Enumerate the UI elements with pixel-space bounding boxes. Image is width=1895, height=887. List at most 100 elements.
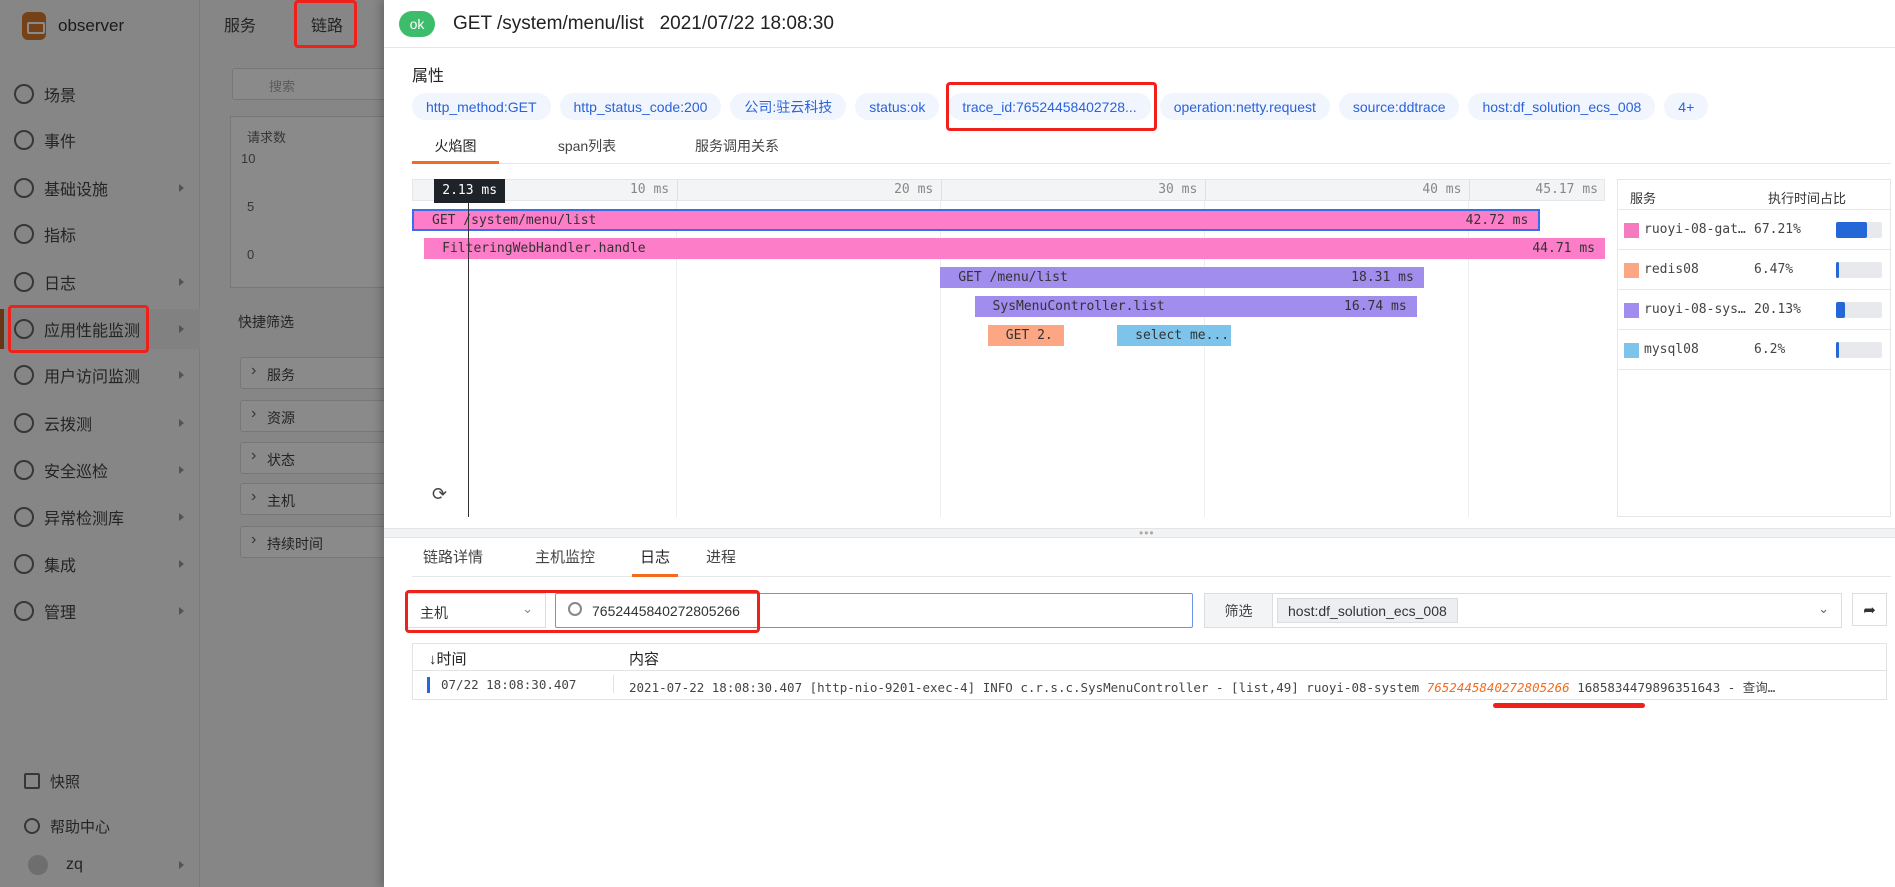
span-duration: 18.31 ms <box>1351 270 1414 285</box>
attribute-tag[interactable]: http_method:GET <box>412 93 551 120</box>
select-value: 主机 <box>420 605 448 621</box>
attribute-tags: http_method:GET http_status_code:200 公司:驻云… <box>412 93 1709 120</box>
attribute-tag[interactable]: 公司:驻云科技 <box>730 93 847 120</box>
drawer-header: ok GET /system/menu/list 2021/07/22 18:0… <box>384 0 1895 48</box>
ratio-bar <box>1836 342 1882 358</box>
x-tick-label: 40 ms <box>1422 182 1462 197</box>
col-ratio: 执行时间占比 <box>1768 191 1847 206</box>
field-select[interactable]: 主机 ⌄ <box>407 593 546 628</box>
legend-row[interactable]: ruoyi-08-syst… 20.13% <box>1618 290 1890 330</box>
span-name: FilteringWebHandler.handle <box>442 241 646 256</box>
time-cursor[interactable] <box>468 179 470 517</box>
col-time[interactable]: ↓时间 <box>429 648 467 669</box>
service-name: redis08 <box>1644 262 1699 277</box>
share-button[interactable]: ➦ <box>1852 593 1887 626</box>
chevron-down-icon: ⌄ <box>1818 601 1829 616</box>
status-marker <box>427 677 430 693</box>
log-table: ↓时间 内容 07/22 18:08:30.407 2021-07-22 18:… <box>412 643 1887 700</box>
ratio-bar-fill <box>1836 262 1839 278</box>
highlight-underline <box>1493 703 1645 708</box>
tab-service-map[interactable]: 服务调用关系 <box>667 136 807 163</box>
ratio-bar <box>1836 302 1882 318</box>
span-name: GET 2. <box>1005 328 1053 343</box>
tab-process[interactable]: 进程 <box>698 546 744 576</box>
x-tick-label: 45.17 ms <box>1535 182 1598 197</box>
time-axis: 10 ms 20 ms 30 ms 40 ms 45.17 ms <box>412 179 1605 201</box>
span-duration: 16.74 ms <box>1344 299 1407 314</box>
log-text: 1685834479896351643 - 查询… <box>1569 680 1776 695</box>
ratio-bar-fill <box>1836 222 1867 238</box>
legend-swatch <box>1624 303 1639 318</box>
divider <box>613 675 614 693</box>
share-icon: ➦ <box>1863 601 1876 619</box>
attribute-tag[interactable]: source:ddtrace <box>1338 93 1460 120</box>
legend-row[interactable]: ruoyi-08-gate… 67.21% <box>1618 210 1890 250</box>
tab-flame-graph[interactable]: 火焰图 <box>412 136 499 164</box>
tab-host-monitor[interactable]: 主机监控 <box>524 546 606 576</box>
x-tick-label: 10 ms <box>629 182 670 197</box>
flame-span[interactable]: FilteringWebHandler.handle 44.71 ms <box>424 238 1605 259</box>
attributes-label: 属性 <box>412 68 445 85</box>
service-ratio: 67.21% <box>1754 222 1801 237</box>
col-service: 服务 <box>1630 191 1657 206</box>
trace-detail-drawer: ok GET /system/menu/list 2021/07/22 18:0… <box>384 0 1895 887</box>
log-text: 2021-07-22 18:08:30.407 [http-nio-9201-e… <box>629 680 1427 695</box>
tab-trace-detail[interactable]: 链路详情 <box>412 546 494 576</box>
service-legend: 服务 执行时间占比 ruoyi-08-gate… 67.21% redis08 6.47… <box>1617 179 1891 517</box>
bottom-tabs: 链路详情 主机监控 日志 进程 <box>412 546 1891 577</box>
service-name: ruoyi-08-gate… <box>1644 222 1749 237</box>
tick-mark <box>941 180 943 200</box>
drag-dots-icon: ••• <box>1139 526 1155 540</box>
tab-span-list[interactable]: span列表 <box>517 136 657 163</box>
service-ratio: 6.47% <box>1754 262 1794 277</box>
span-duration: 44.71 ms <box>1532 241 1595 256</box>
log-time: 07/22 18:08:30.407 <box>441 677 577 692</box>
tick-mark <box>677 180 679 200</box>
flame-span[interactable]: GET /system/menu/list 42.72 ms <box>412 209 1541 231</box>
legend-swatch <box>1624 263 1639 278</box>
flame-span[interactable]: GET 2. <box>987 325 1065 346</box>
filter-chip[interactable]: host:df_solution_ecs_008 <box>1277 598 1458 623</box>
table-header: ↓时间 内容 <box>413 644 1886 671</box>
attribute-tag[interactable]: host:df_solution_ecs_008 <box>1468 93 1656 120</box>
refresh-icon[interactable]: ⟳ <box>432 484 447 505</box>
legend-row[interactable]: redis08 6.47% <box>1618 250 1890 290</box>
span-duration: 42.72 ms <box>1465 212 1529 228</box>
search-icon <box>568 602 582 616</box>
modal-overlay[interactable] <box>0 0 384 887</box>
ratio-bar <box>1836 222 1882 238</box>
table-row[interactable]: 07/22 18:08:30.407 2021-07-22 18:08:30.4… <box>413 671 1886 699</box>
flame-span[interactable]: select me... <box>1117 325 1231 346</box>
attribute-tag[interactable]: operation:netty.request <box>1159 93 1330 120</box>
ratio-bar-fill <box>1836 342 1839 358</box>
flame-span[interactable]: GET /menu/list 18.31 ms <box>940 267 1424 288</box>
legend-row[interactable]: mysql08 6.2% <box>1618 330 1890 370</box>
filter-label: 筛选 <box>1205 594 1273 627</box>
attribute-tag[interactable]: http_status_code:200 <box>559 93 722 120</box>
view-tabs: 火焰图 span列表 服务调用关系 <box>412 136 1891 164</box>
col-content: 内容 <box>629 651 660 668</box>
attribute-tag[interactable]: trace_id:76524458402728... <box>948 93 1151 120</box>
flame-span[interactable]: SysMenuController.list 16.74 ms <box>974 296 1417 317</box>
service-ratio: 6.2% <box>1754 342 1786 357</box>
tab-logs[interactable]: 日志 <box>632 546 678 577</box>
span-name: GET /menu/list <box>958 270 1068 285</box>
legend-header: 服务 执行时间占比 <box>1618 180 1890 210</box>
x-tick-label: 20 ms <box>894 182 934 197</box>
resize-handle[interactable]: ••• <box>384 526 1895 540</box>
tick-mark <box>1205 180 1207 200</box>
status-badge: ok <box>399 10 435 37</box>
attribute-tag[interactable]: status:ok <box>855 93 940 120</box>
span-name: GET /system/menu/list <box>432 212 597 228</box>
filter-select[interactable]: 筛选 host:df_solution_ecs_008 ⌄ <box>1204 593 1842 628</box>
legend-swatch <box>1624 223 1639 238</box>
x-tick-label: 30 ms <box>1158 182 1198 197</box>
span-name: SysMenuController.list <box>992 299 1165 314</box>
drawer-title: GET /system/menu/list 2021/07/22 18:08:3… <box>453 12 834 34</box>
tick-mark <box>1469 180 1471 200</box>
service-name: ruoyi-08-syst… <box>1644 302 1749 317</box>
log-search-input[interactable] <box>555 593 1193 628</box>
service-name: mysql08 <box>1644 342 1699 357</box>
legend-swatch <box>1624 343 1639 358</box>
attribute-tag[interactable]: 4+ <box>1664 93 1709 120</box>
